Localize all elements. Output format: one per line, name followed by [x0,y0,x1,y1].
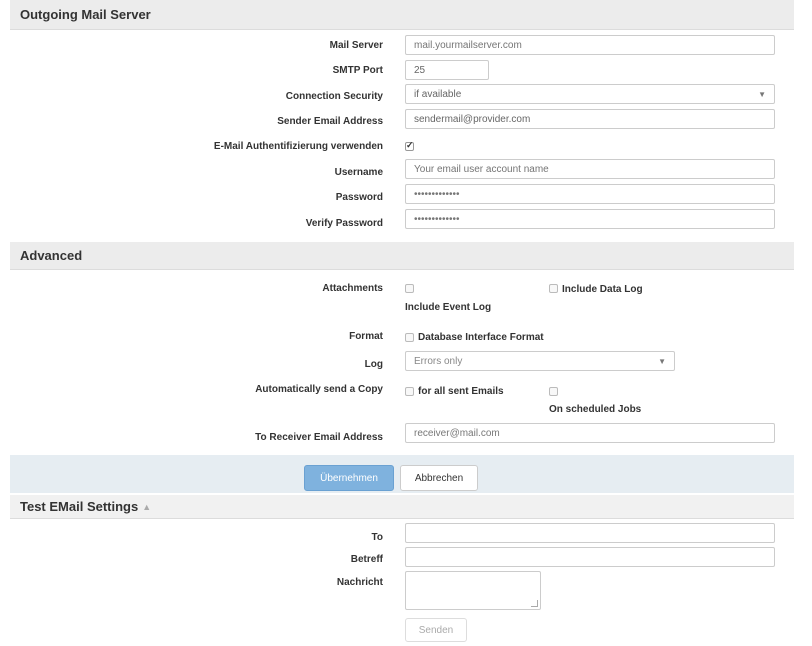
password-label: Password [335,192,383,203]
password-input[interactable] [405,184,775,204]
test-to-label: To [371,532,383,543]
test-section-title: Test EMail Settings [20,499,139,514]
db-interface-format-checkbox[interactable] [405,333,414,342]
receiver-email-label: To Receiver Email Address [255,432,383,443]
advanced-section-header: Advanced [10,242,794,270]
sender-email-input[interactable] [405,109,775,129]
for-all-sent-label: for all sent Emails [418,386,504,397]
for-all-sent-checkbox[interactable] [405,387,414,396]
log-label: Log [364,359,383,370]
receiver-email-input[interactable] [405,423,775,443]
sender-email-label: Sender Email Address [277,116,383,127]
username-input[interactable] [405,159,775,179]
include-data-log-label: Include Data Log [562,284,643,295]
mail-server-label: Mail Server [329,40,383,51]
test-subject-input[interactable] [405,547,775,567]
test-subject-label: Betreff [350,554,383,565]
email-auth-checkbox[interactable] [405,140,414,151]
include-event-log-label: Include Event Log [405,302,492,313]
smtp-port-input[interactable] [405,60,489,80]
send-button[interactable]: Senden [405,618,467,642]
attachments-label: Attachments [322,283,383,294]
connection-security-value: if available [414,88,462,100]
apply-button[interactable]: Übernehmen [304,465,394,491]
connection-security-select[interactable]: if available ▼ [405,84,775,104]
include-event-log-checkbox[interactable] [405,284,414,293]
chevron-down-icon: ▼ [658,356,666,366]
on-scheduled-checkbox[interactable] [549,387,558,396]
log-select[interactable]: Errors only ▼ [405,351,675,371]
chevron-down-icon: ▼ [758,89,766,99]
test-message-label: Nachricht [336,577,383,588]
chevron-up-icon[interactable]: ▲ [142,502,151,512]
log-value: Errors only [414,355,463,367]
format-label: Format [349,331,383,342]
include-data-log-checkbox[interactable] [549,284,558,293]
verify-password-input[interactable] [405,209,775,229]
test-to-input[interactable] [405,523,775,543]
outgoing-section-title: Outgoing Mail Server [20,7,151,22]
resize-handle-icon[interactable] [531,600,538,607]
db-interface-format-label: Database Interface Format [418,332,544,343]
on-scheduled-label: On scheduled Jobs [549,404,642,415]
test-message-textarea[interactable] [405,571,541,610]
connection-security-label: Connection Security [285,91,383,102]
outgoing-section-header: Outgoing Mail Server [10,0,794,30]
mail-server-input[interactable] [405,35,775,55]
test-section-header[interactable]: Test EMail Settings ▲ [10,495,794,519]
username-label: Username [334,167,383,178]
verify-password-label: Verify Password [305,218,383,229]
email-auth-label: E-Mail Authentifizierung verwenden [213,141,383,152]
cancel-button[interactable]: Abbrechen [400,465,478,491]
smtp-port-label: SMTP Port [332,65,383,76]
advanced-section-title: Advanced [20,248,83,263]
auto-copy-label: Automatically send a Copy [255,384,383,395]
